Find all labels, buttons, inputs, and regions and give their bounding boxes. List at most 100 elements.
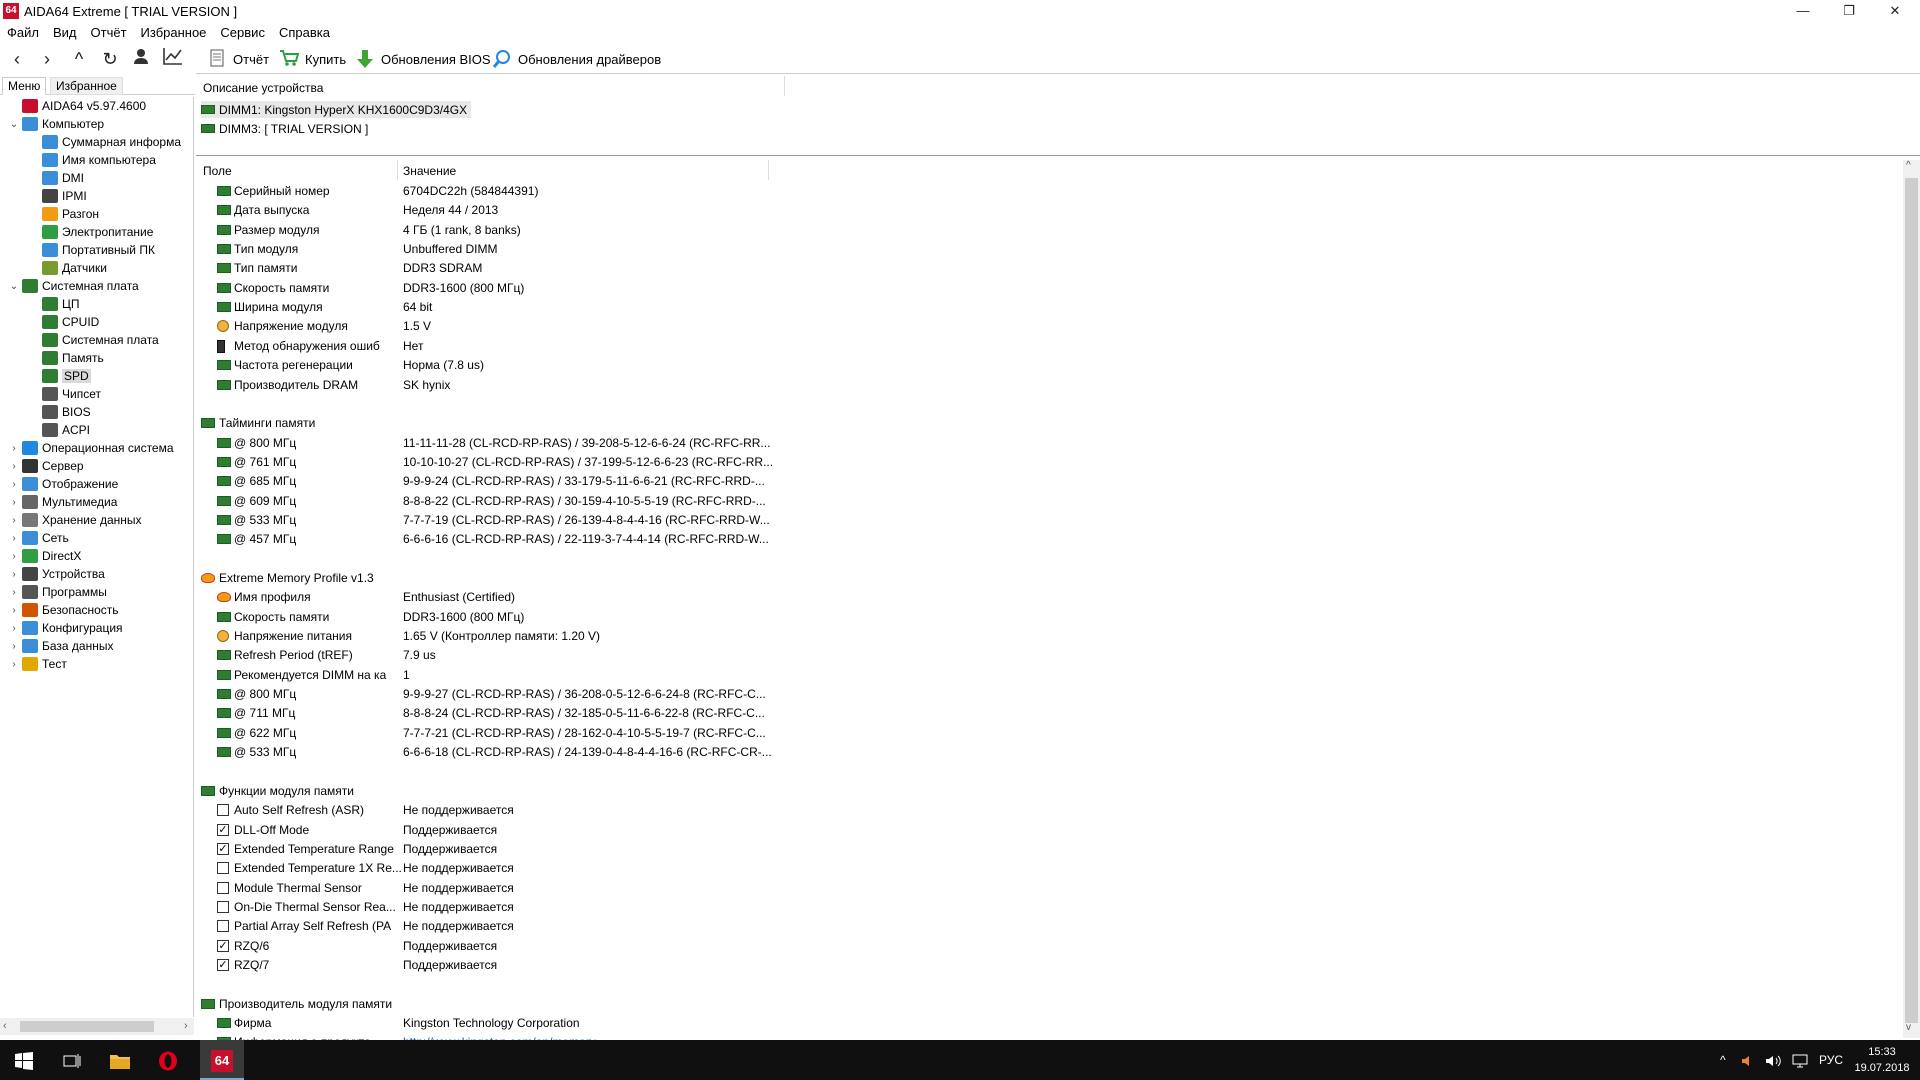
minimize-button[interactable]: —: [1780, 0, 1826, 22]
tree-item[interactable]: › Сервер: [8, 457, 84, 475]
table-row[interactable]: Напряжение модуля 1.5 V: [196, 317, 1896, 336]
up-icon[interactable]: ^: [66, 47, 92, 71]
table-row[interactable]: Имя профиля Enthusiast (Certified): [196, 588, 1896, 607]
device-item-dimm1[interactable]: DIMM1: Kingston HyperX KHX1600C9D3/4GX: [201, 101, 472, 118]
table-row[interactable]: Метод обнаружения ошиб Нет: [196, 337, 1896, 356]
table-row[interactable]: ✓ RZQ/7 Поддерживается: [196, 956, 1896, 975]
tree-item[interactable]: › Устройства: [8, 565, 105, 583]
table-row[interactable]: @ 761 МГц 10-10-10-27 (CL-RCD-RP-RAS) / 3…: [196, 453, 1896, 472]
opera-icon[interactable]: [144, 1040, 192, 1080]
table-row[interactable]: @ 533 МГц 7-7-7-19 (CL-RCD-RP-RAS) / 26-1…: [196, 511, 1896, 530]
table-row[interactable]: Рекомендуется DIMM на ка 1: [196, 666, 1896, 685]
table-row[interactable]: Module Thermal Sensor Не поддерживается: [196, 879, 1896, 898]
table-row[interactable]: @ 800 МГц 9-9-9-27 (CL-RCD-RP-RAS) / 36-2…: [196, 685, 1896, 704]
tree-item[interactable]: › Конфигурация: [8, 619, 123, 637]
tree-item[interactable]: › Мультимедиа: [8, 493, 117, 511]
section-header[interactable]: Тайминги памяти: [196, 414, 1896, 433]
section-header[interactable]: Производитель модуля памяти: [196, 995, 1896, 1014]
tree-horizontal-scrollbar[interactable]: ‹ ›: [0, 1018, 194, 1035]
table-row[interactable]: @ 800 МГц 11-11-11-28 (CL-RCD-RP-RAS) / 3…: [196, 434, 1896, 453]
expand-icon[interactable]: ›: [8, 551, 20, 562]
input-language[interactable]: РУС: [1819, 1040, 1843, 1080]
chart-icon[interactable]: [160, 47, 186, 71]
tree-item[interactable]: IPMI: [28, 187, 87, 205]
table-row[interactable]: Напряжение питания 1.65 V (Контроллер пам…: [196, 627, 1896, 646]
tree-item[interactable]: ⌄ Системная плата: [8, 277, 139, 295]
network-icon[interactable]: [1792, 1040, 1808, 1080]
table-row[interactable]: @ 622 МГц 7-7-7-21 (CL-RCD-RP-RAS) / 28-1…: [196, 724, 1896, 743]
scroll-left-icon[interactable]: ‹: [3, 1020, 7, 1032]
column-header-value[interactable]: Значение: [403, 164, 456, 178]
scroll-right-icon[interactable]: ›: [184, 1020, 188, 1032]
tree-item[interactable]: ЦП: [28, 295, 80, 313]
expand-icon[interactable]: ›: [8, 461, 20, 472]
tree-item[interactable]: DMI: [28, 169, 84, 187]
table-row[interactable]: Extended Temperature 1X Re... Не поддержи…: [196, 859, 1896, 878]
expand-icon[interactable]: ›: [8, 443, 20, 454]
table-row[interactable]: Refresh Period (tREF) 7.9 us: [196, 646, 1896, 665]
table-row[interactable]: ✓ Extended Temperature Range Поддерживаетс…: [196, 840, 1896, 859]
file-explorer-icon[interactable]: [96, 1040, 144, 1080]
tree-item[interactable]: › Операционная система: [8, 439, 174, 457]
user-icon[interactable]: [128, 47, 154, 71]
expand-icon[interactable]: ›: [8, 497, 20, 508]
tree-item[interactable]: › База данных: [8, 637, 113, 655]
tree-item[interactable]: Имя компьютера: [28, 151, 156, 169]
clock[interactable]: 15:33 19.07.2018: [1852, 1044, 1912, 1076]
tree-item[interactable]: Датчики: [28, 259, 107, 277]
windows-start-icon[interactable]: [0, 1040, 48, 1080]
restore-button[interactable]: ❐: [1826, 0, 1872, 22]
buy-button[interactable]: Купить: [279, 48, 346, 70]
back-icon[interactable]: ‹: [4, 47, 30, 71]
table-row[interactable]: @ 457 МГц 6-6-6-16 (CL-RCD-RP-RAS) / 22-1…: [196, 530, 1896, 549]
volume-icon[interactable]: [1766, 1040, 1782, 1080]
section-header[interactable]: Extreme Memory Profile v1.3: [196, 569, 1896, 588]
aida64-taskbar-button[interactable]: 64: [200, 1040, 244, 1080]
menu-report[interactable]: Отчёт: [84, 22, 134, 40]
expand-icon[interactable]: ›: [8, 479, 20, 490]
scroll-down-icon[interactable]: v: [1906, 1022, 1911, 1033]
tree-item[interactable]: Разгон: [28, 205, 99, 223]
table-row[interactable]: Partial Array Self Refresh (PA Не поддерж…: [196, 917, 1896, 936]
collapse-icon[interactable]: ⌄: [8, 119, 20, 130]
column-header-field[interactable]: Поле: [203, 164, 232, 178]
expand-icon[interactable]: ›: [8, 569, 20, 580]
expand-icon[interactable]: ›: [8, 587, 20, 598]
tree-item[interactable]: › Хранение данных: [8, 511, 142, 529]
menu-favorites[interactable]: Избранное: [134, 22, 214, 40]
expand-icon[interactable]: ›: [8, 533, 20, 544]
table-row[interactable]: Скорость памяти DDR3-1600 (800 МГц): [196, 279, 1896, 298]
tree-item[interactable]: › Тест: [8, 655, 67, 673]
tree-item[interactable]: Системная плата: [28, 331, 159, 349]
tree-item[interactable]: ACPI: [28, 421, 90, 439]
scroll-up-icon[interactable]: ^: [1906, 160, 1911, 171]
tab-menu[interactable]: Меню: [2, 77, 47, 95]
expand-icon[interactable]: ›: [8, 515, 20, 526]
table-row[interactable]: Auto Self Refresh (ASR) Не поддерживается: [196, 801, 1896, 820]
tree-item[interactable]: › Безопасность: [8, 601, 119, 619]
expand-icon[interactable]: ›: [8, 623, 20, 634]
table-row[interactable]: Производитель DRAM SK hynix: [196, 376, 1896, 395]
tree-item[interactable]: SPD: [28, 367, 91, 385]
section-header[interactable]: Функции модуля памяти: [196, 782, 1896, 801]
table-row[interactable]: Дата выпуска Неделя 44 / 2013: [196, 201, 1896, 220]
device-item-dimm3[interactable]: DIMM3: [ TRIAL VERSION ]: [201, 120, 368, 137]
show-hidden-icons-icon[interactable]: ^: [1720, 1040, 1726, 1080]
tree-item[interactable]: AIDA64 v5.97.4600: [8, 97, 146, 115]
tree-item[interactable]: CPUID: [28, 313, 99, 331]
menu-file[interactable]: Файл: [0, 22, 46, 40]
table-row[interactable]: Тип модуля Unbuffered DIMM: [196, 240, 1896, 259]
table-row[interactable]: @ 533 МГц 6-6-6-18 (CL-RCD-RP-RAS) / 24-1…: [196, 743, 1896, 762]
table-row[interactable]: @ 609 МГц 8-8-8-22 (CL-RCD-RP-RAS) / 30-1…: [196, 492, 1896, 511]
menu-view[interactable]: Вид: [46, 22, 84, 40]
table-row[interactable]: @ 685 МГц 9-9-9-24 (CL-RCD-RP-RAS) / 33-1…: [196, 472, 1896, 491]
bios-update-button[interactable]: Обновления BIOS: [355, 48, 491, 70]
tree-item[interactable]: › Сеть: [8, 529, 69, 547]
tree-item[interactable]: Память: [28, 349, 104, 367]
table-row[interactable]: On-Die Thermal Sensor Rea... Не поддержив…: [196, 898, 1896, 917]
report-button[interactable]: Отчёт: [207, 48, 269, 70]
table-row[interactable]: ✓ DLL-Off Mode Поддерживается: [196, 821, 1896, 840]
scrollbar-thumb[interactable]: [1905, 178, 1918, 1023]
tree-item[interactable]: ⌄ Компьютер: [8, 115, 104, 133]
expand-icon[interactable]: ›: [8, 659, 20, 670]
